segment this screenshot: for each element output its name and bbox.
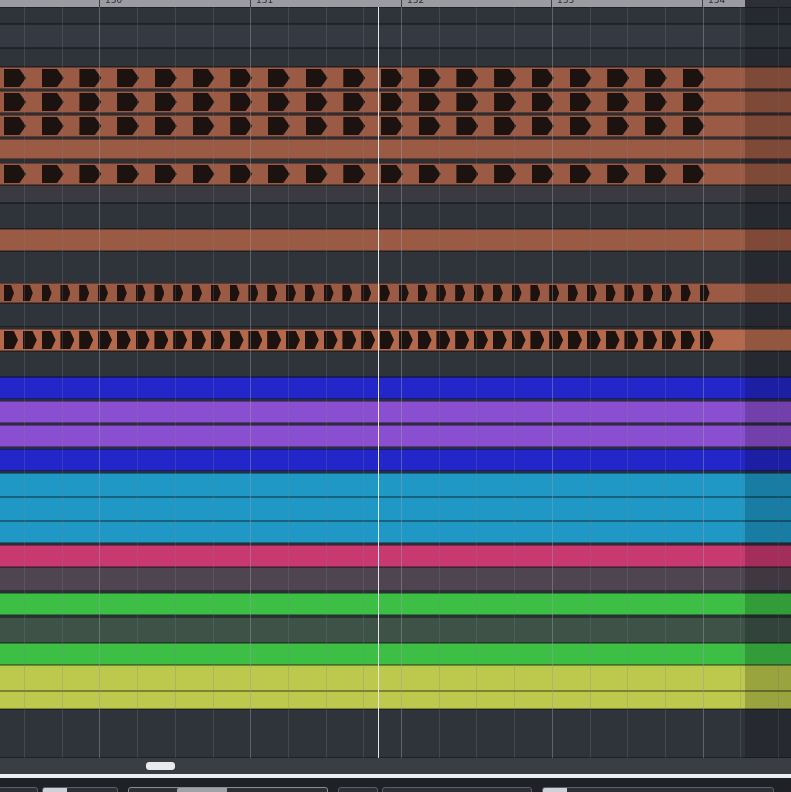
grid-line	[287, 7, 289, 758]
bottom-control-6[interactable]	[542, 787, 774, 792]
grid-line	[589, 7, 591, 758]
grid-line	[212, 7, 214, 758]
grid-line	[476, 7, 478, 758]
ruler-end-region	[745, 0, 791, 7]
bar-marker-134[interactable]: 134	[702, 0, 725, 7]
grid-line	[363, 7, 365, 758]
bottom-control-4[interactable]	[338, 787, 378, 792]
arrange-window: 130 131 132 133 134	[0, 0, 791, 792]
grid-line	[438, 7, 440, 758]
grid-line	[174, 7, 176, 758]
grid-line	[250, 7, 252, 758]
grid-line	[664, 7, 666, 758]
grid-layer	[0, 7, 791, 758]
grid-line	[325, 7, 327, 758]
grid-line	[702, 7, 704, 758]
bottom-control-3[interactable]	[128, 787, 328, 792]
track-area[interactable]	[0, 7, 791, 758]
bottom-zone	[0, 778, 791, 792]
grid-line	[99, 7, 101, 758]
bottom-control-1[interactable]	[0, 787, 38, 792]
horizontal-scrollbar[interactable]	[0, 758, 791, 774]
bottom-control-5[interactable]	[382, 787, 532, 792]
bar-marker-131[interactable]: 131	[250, 0, 273, 7]
grid-line	[514, 7, 516, 758]
grid-line	[61, 7, 63, 758]
playhead-cursor[interactable]	[378, 7, 379, 758]
grid-line	[401, 7, 402, 758]
scrollbar-thumb[interactable]	[146, 762, 175, 770]
grid-line	[627, 7, 629, 758]
bar-marker-133[interactable]: 133	[551, 0, 574, 7]
bottom-control-2[interactable]	[42, 787, 118, 792]
bar-marker-132[interactable]: 132	[401, 0, 424, 7]
bar-marker-130[interactable]: 130	[99, 0, 122, 7]
grid-line	[24, 7, 25, 758]
timeline-ruler[interactable]: 130 131 132 133 134	[0, 0, 745, 7]
out-of-range-shade	[745, 7, 791, 758]
grid-line	[740, 7, 742, 758]
grid-line	[137, 7, 139, 758]
grid-line	[551, 7, 553, 758]
